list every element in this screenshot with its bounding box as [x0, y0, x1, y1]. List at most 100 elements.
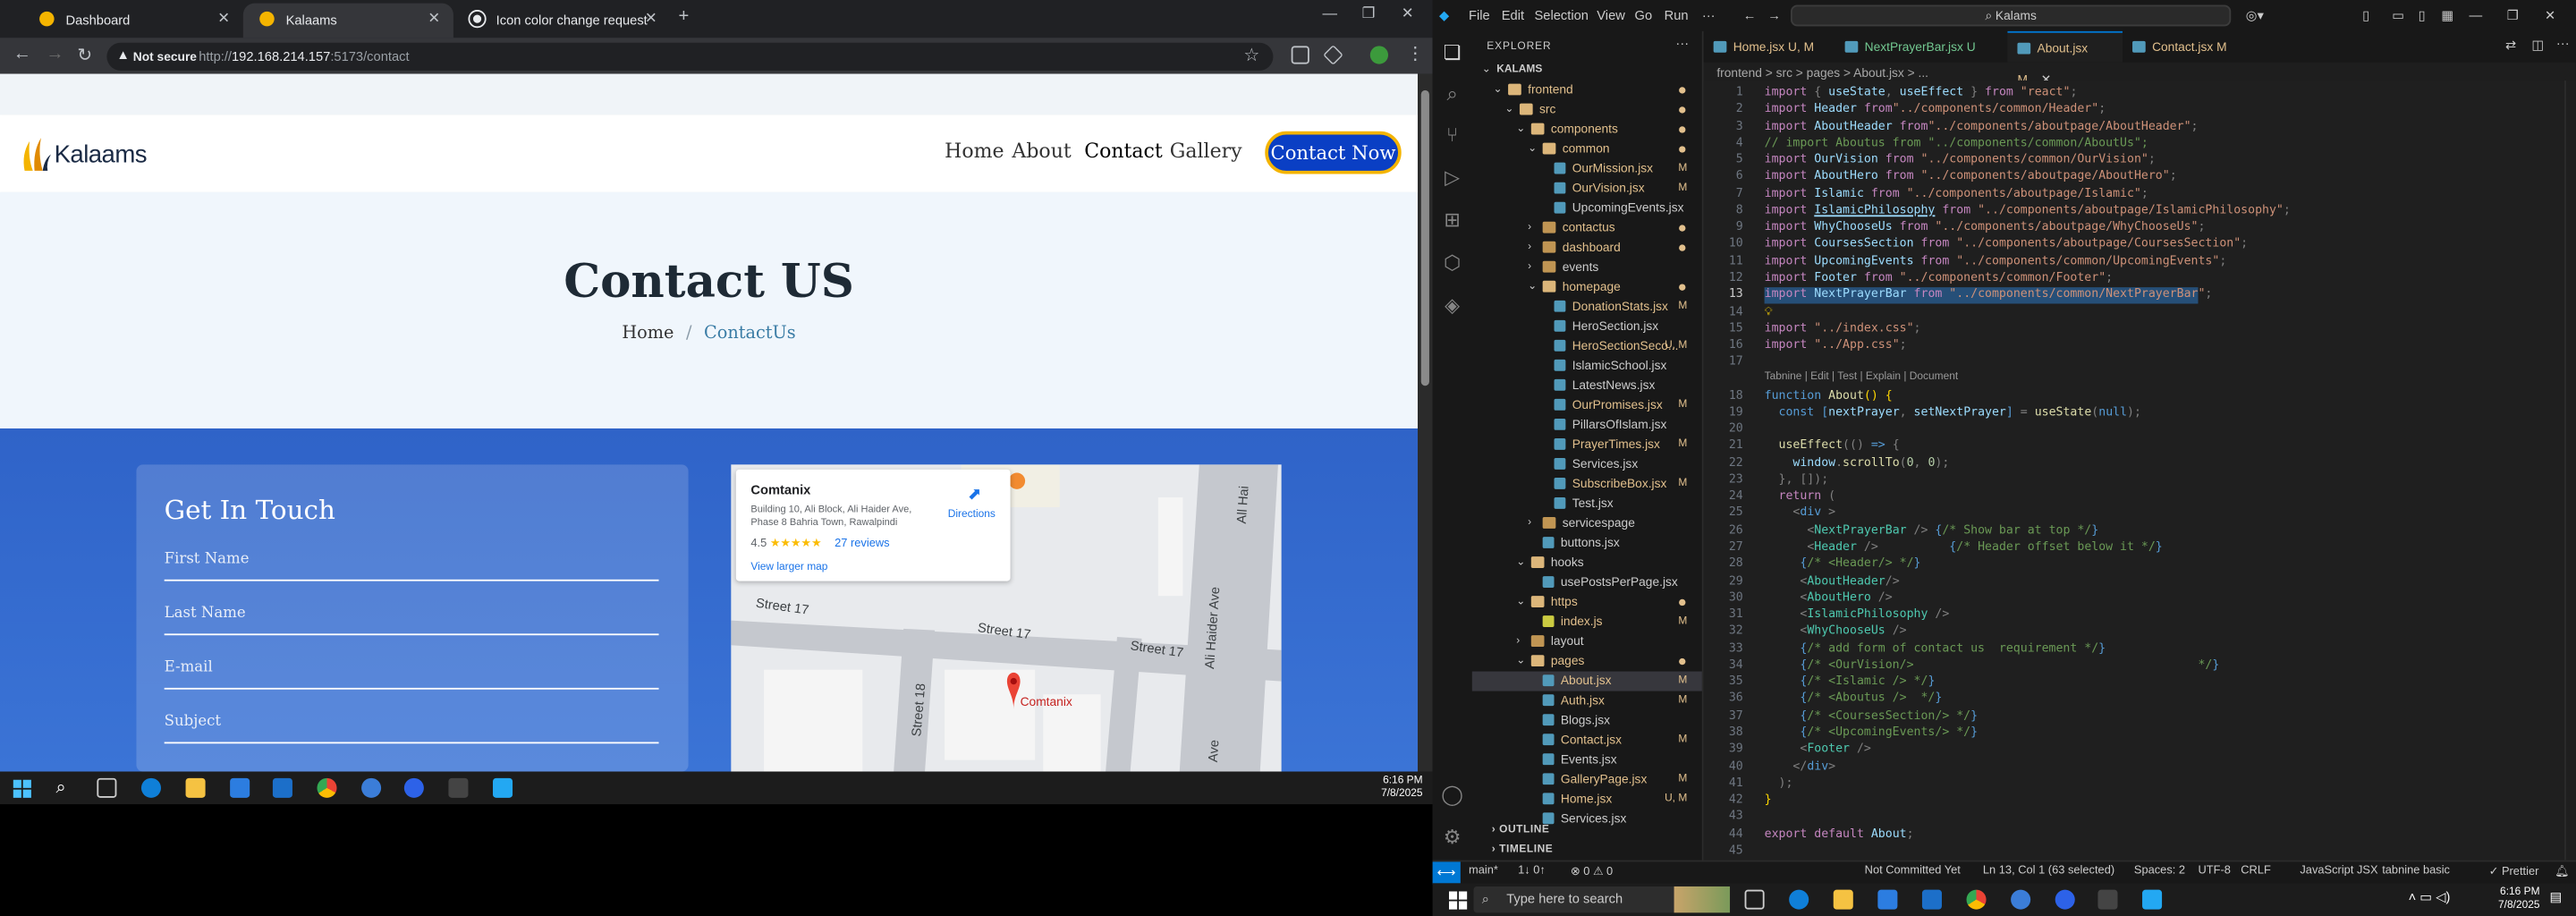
- code-line[interactable]: <div >: [1765, 505, 1835, 520]
- notification-center-icon[interactable]: ▤: [2550, 890, 2563, 905]
- menu-view[interactable]: View: [1597, 8, 1625, 23]
- menu-more[interactable]: ···: [1702, 8, 1716, 23]
- code-line[interactable]: {/* <Aboutus /> */}: [1765, 691, 1942, 706]
- back-icon[interactable]: ←: [13, 45, 31, 64]
- folder-item[interactable]: ⌄ https: [1472, 592, 1702, 612]
- task-view-icon[interactable]: [1744, 889, 1765, 910]
- prettier-status[interactable]: ✓ Prettier: [2489, 865, 2539, 878]
- remote-indicator-icon[interactable]: ⟷: [1432, 861, 1461, 886]
- notifications-bell-icon[interactable]: 🔔︎: [2555, 865, 2569, 878]
- site-logo[interactable]: Kalaams: [20, 134, 148, 174]
- file-item[interactable]: Services.jsx: [1472, 454, 1702, 474]
- problems-indicator[interactable]: ⊗ 0 ⚠ 0: [1571, 865, 1613, 878]
- explorer-icon[interactable]: ❏: [1441, 41, 1464, 64]
- folder-item[interactable]: ⌄ frontend: [1472, 81, 1702, 100]
- file-item[interactable]: Home.jsx U, M: [1472, 790, 1702, 810]
- close-icon[interactable]: ✕: [217, 10, 230, 28]
- file-item[interactable]: UpcomingEvents.jsx: [1472, 199, 1702, 218]
- clock[interactable]: 6:16 PM 7/8/2025: [2464, 886, 2539, 912]
- file-item[interactable]: HeroSectionSeco... U, M: [1472, 336, 1702, 356]
- file-item[interactable]: usePostsPerPage.jsx: [1472, 572, 1702, 592]
- menu-edit[interactable]: Edit: [1502, 8, 1524, 23]
- editor-scrollbar[interactable]: [2564, 80, 2576, 862]
- chrome-icon[interactable]: [317, 777, 337, 798]
- line-endings[interactable]: CRLF: [2241, 865, 2271, 877]
- google-map[interactable]: Comtanix Building 10, Ali Block, Ali Hai…: [731, 464, 1282, 772]
- editor-tab-nextprayerbar[interactable]: NextPrayerBar.jsx U: [1835, 31, 2008, 63]
- extensions-icon[interactable]: [1323, 45, 1343, 65]
- code-line[interactable]: {/* <OurVision/> */}: [1765, 657, 2219, 672]
- reload-icon[interactable]: ↻: [77, 45, 92, 65]
- maximize-icon[interactable]: ❐: [2507, 8, 2519, 23]
- split-editor-icon[interactable]: ◫: [2531, 38, 2544, 53]
- profile-avatar[interactable]: [1369, 46, 1389, 64]
- code-line[interactable]: }, []);: [1765, 471, 1829, 487]
- mail-icon[interactable]: [272, 777, 292, 798]
- code-line[interactable]: import "../App.css";: [1765, 336, 1907, 352]
- url-text[interactable]: http://192.168.214.157:5173/contact: [199, 49, 409, 64]
- code-editor[interactable]: 1 import { useState, useEffect } from "re…: [1703, 80, 2576, 862]
- editor-breadcrumb[interactable]: frontend > src > pages > About.jsx > ...: [1716, 65, 1928, 81]
- branch-indicator[interactable]: main*: [1469, 865, 1498, 877]
- file-explorer-icon[interactable]: [185, 777, 206, 798]
- system-tray-icons[interactable]: ˄ ▭ ◁): [2409, 890, 2451, 905]
- store-icon[interactable]: [230, 777, 250, 798]
- chrome-icon[interactable]: [1966, 889, 1987, 910]
- folder-item[interactable]: › contactus: [1472, 218, 1702, 238]
- file-item[interactable]: HeroSection.jsx: [1472, 317, 1702, 336]
- contact-now-button[interactable]: Contact Now: [1265, 131, 1402, 174]
- copilot-icon[interactable]: ◎▾: [2246, 8, 2264, 23]
- code-line[interactable]: <IslamicPhilosophy />: [1765, 606, 1949, 621]
- directions-icon[interactable]: ⬈: [968, 486, 981, 504]
- language-mode[interactable]: JavaScript JSX: [2300, 865, 2377, 877]
- code-line[interactable]: import AboutHeader from"../components/ab…: [1765, 117, 2199, 132]
- code-line[interactable]: import "../index.css";: [1765, 319, 1921, 335]
- encoding[interactable]: UTF-8: [2199, 865, 2231, 877]
- timeline-section[interactable]: › TIMELINE: [1472, 841, 1702, 861]
- editor-tab-home[interactable]: Home.jsx U, M: [1704, 31, 1835, 63]
- view-larger-map-link[interactable]: View larger map: [750, 562, 827, 573]
- command-center-search[interactable]: ⌕ Kalams: [1791, 4, 2232, 27]
- close-icon[interactable]: ✕: [428, 10, 440, 28]
- cursor-position[interactable]: Ln 13, Col 1 (63 selected): [1983, 865, 2114, 877]
- code-line[interactable]: import UpcomingEvents from "../component…: [1765, 252, 2227, 267]
- file-item[interactable]: Events.jsx: [1472, 751, 1702, 770]
- page-scrollbar[interactable]: [1418, 73, 1433, 772]
- layout-panel-icon[interactable]: ▭: [2392, 8, 2404, 23]
- menu-go[interactable]: Go: [1635, 8, 1653, 23]
- git-blame-status[interactable]: Not Committed Yet: [1865, 865, 1961, 877]
- code-line[interactable]: }: [1765, 792, 1772, 807]
- code-line[interactable]: import Islamic from "../components/about…: [1765, 185, 2148, 200]
- search-icon[interactable]: ⌕: [55, 778, 75, 798]
- nav-home[interactable]: Home: [945, 140, 1004, 163]
- subject-field[interactable]: Subject: [164, 714, 659, 744]
- folder-item[interactable]: ⌄ pages: [1472, 652, 1702, 672]
- file-item[interactable]: index.js M: [1472, 612, 1702, 632]
- zoom-icon[interactable]: [403, 777, 424, 798]
- layout-secondary-icon[interactable]: ▯: [2419, 8, 2426, 23]
- windows-start-icon[interactable]: [1448, 890, 1469, 910]
- vscode-icon[interactable]: [493, 777, 513, 798]
- folder-item[interactable]: ⌄ src: [1472, 100, 1702, 120]
- not-secure-icon[interactable]: ▲: [116, 47, 130, 63]
- file-item[interactable]: Auth.jsx M: [1472, 691, 1702, 711]
- code-line[interactable]: <NextPrayerBar /> {/* Show bar at top */…: [1765, 522, 2098, 537]
- code-line[interactable]: // import Aboutus from "../components/co…: [1765, 134, 2148, 149]
- close-window-icon[interactable]: ✕: [1402, 5, 1414, 23]
- directions-link[interactable]: Directions: [948, 509, 996, 521]
- code-line[interactable]: {/* <Header/> */}: [1765, 556, 1920, 571]
- tab-dashboard[interactable]: Dashboard ✕: [23, 4, 243, 38]
- indentation[interactable]: Spaces: 2: [2134, 865, 2185, 877]
- folder-item[interactable]: › events: [1472, 258, 1702, 277]
- file-item[interactable]: Blogs.jsx: [1472, 711, 1702, 731]
- file-item[interactable]: buttons.jsx: [1472, 533, 1702, 553]
- tabnine-status[interactable]: tabnine basic: [2382, 865, 2450, 877]
- back-icon[interactable]: ←: [1743, 8, 1757, 23]
- menu-selection[interactable]: Selection: [1534, 8, 1588, 23]
- code-line[interactable]: 💡︎: [1765, 303, 1773, 319]
- close-window-icon[interactable]: ✕: [2545, 8, 2555, 23]
- zoom-icon[interactable]: [2055, 889, 2075, 910]
- code-line[interactable]: <Footer />: [1765, 741, 1870, 756]
- more-menu-icon[interactable]: ⋮: [1406, 43, 1424, 64]
- file-item[interactable]: SubscribeBox.jsx M: [1472, 474, 1702, 494]
